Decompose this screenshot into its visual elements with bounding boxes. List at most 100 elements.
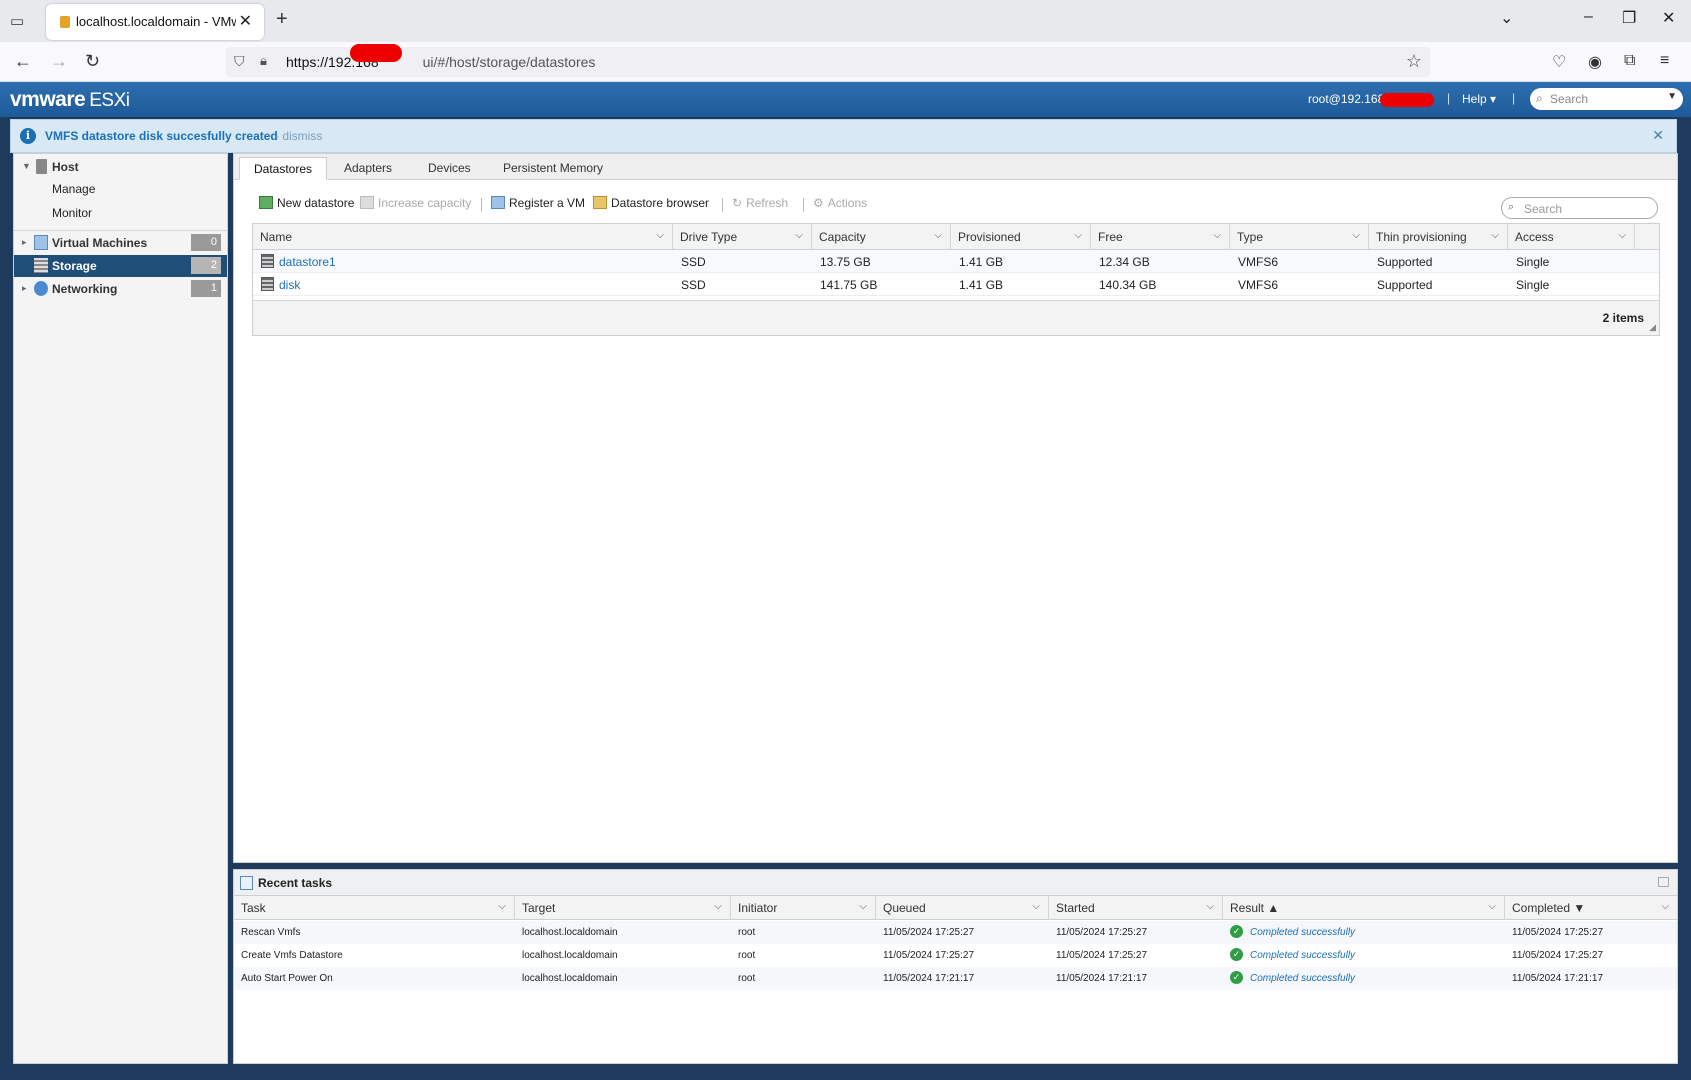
chevron-down-icon[interactable]: ⌵ (498, 901, 506, 912)
help-menu[interactable]: Help ▾ (1462, 92, 1496, 106)
tab-adapters[interactable]: Adapters (330, 157, 406, 180)
chevron-down-icon[interactable]: ⌵ (1213, 230, 1221, 241)
bookmark-star-icon[interactable]: ☆ (1406, 51, 1422, 72)
register-vm-button[interactable]: Register a VM (491, 196, 585, 210)
chevron-down-icon[interactable]: ⌵ (1352, 230, 1360, 241)
count-badge: 2 (191, 257, 221, 274)
column-header-started[interactable]: Started ⌵ (1049, 896, 1223, 920)
column-header-target[interactable]: Target ⌵ (515, 896, 731, 920)
account-icon[interactable]: ◉ (1588, 52, 1602, 72)
chevron-down-icon[interactable]: ▼ (1667, 91, 1677, 102)
close-tab-icon[interactable]: ✕ (239, 11, 252, 31)
column-header-capacity[interactable]: Capacity ⌵ (812, 224, 951, 250)
storage-panel: Datastores Adapters Devices Persistent M… (233, 153, 1678, 863)
chevron-down-icon[interactable]: ⌵ (1661, 901, 1669, 912)
datastore-search-input[interactable]: ⌕ Search (1501, 197, 1658, 219)
tab-list-icon[interactable]: ▭ (10, 12, 28, 30)
chevron-down-icon[interactable]: ⌵ (1488, 901, 1496, 912)
column-header-completed[interactable]: Completed ▼ ⌵ (1505, 896, 1677, 920)
address-bar[interactable]: ⛉ 🔒︎ https://192.168 ui/#/host/storage/da… (226, 44, 1430, 77)
column-header-queued[interactable]: Queued ⌵ (876, 896, 1049, 920)
task-row[interactable]: Auto Start Power On localhost.localdomai… (234, 967, 1677, 990)
chevron-down-icon[interactable]: ⌵ (1074, 230, 1082, 241)
column-header-result[interactable]: Result ▲ ⌵ (1223, 896, 1505, 920)
search-icon: ⌕ (1536, 91, 1543, 105)
lock-icon: 🔒︎ (260, 53, 267, 68)
extensions-icon[interactable]: ⧉ (1624, 52, 1635, 70)
sidebar-item-monitor[interactable]: Monitor (52, 206, 92, 220)
table-row[interactable]: datastore1 SSD 13.75 GB 1.41 GB 12.34 GB… (253, 250, 1659, 273)
host-icon (36, 159, 47, 174)
new-datastore-button[interactable]: New datastore (259, 196, 354, 210)
refresh-button[interactable]: ↻ Refresh (732, 196, 788, 210)
column-header-name[interactable]: Name ⌵ (253, 224, 673, 250)
menu-icon[interactable]: ≡ (1660, 52, 1669, 70)
refresh-icon: ↻ (732, 196, 743, 210)
column-header-task[interactable]: Task ⌵ (234, 896, 515, 920)
chevron-down-icon[interactable]: ⌵ (859, 901, 867, 912)
minimize-icon[interactable]: – (1584, 8, 1593, 26)
pocket-icon[interactable]: ♡ (1552, 52, 1566, 72)
browser-tab[interactable]: localhost.localdomain - VMware ✕ (46, 4, 264, 40)
browser-nav-bar: ← → ↻ ⛉ 🔒︎ https://192.168 ui/#/host/stor… (0, 42, 1691, 82)
datastore-name-link[interactable]: datastore1 (279, 255, 336, 269)
expand-icon[interactable]: ▸ (22, 237, 27, 248)
esxi-header: vmware ESXi root@192.168 | Help ▾ | ⌕ Sea… (0, 82, 1691, 117)
chevron-down-icon[interactable]: ⌵ (934, 230, 942, 241)
sidebar-item-manage[interactable]: Manage (52, 182, 95, 196)
recent-tasks-header: Recent tasks (234, 870, 1677, 896)
column-header-provisioned[interactable]: Provisioned ⌵ (951, 224, 1091, 250)
tab-overflow-icon[interactable]: ⌄ (1500, 8, 1513, 28)
datastore-icon (261, 254, 274, 268)
info-icon: i (20, 128, 36, 144)
sidebar-item-storage[interactable]: Storage 2 (14, 255, 227, 277)
recent-tasks-panel: Recent tasks Task ⌵ Target ⌵ Initiator ⌵ Qu… (233, 869, 1678, 1064)
dismiss-link[interactable]: - dismiss (275, 129, 322, 143)
chevron-down-icon[interactable]: ⌵ (1032, 901, 1040, 912)
column-header-free[interactable]: Free ⌵ (1091, 224, 1230, 250)
header-search-input[interactable]: ⌕ Search ▼ (1530, 88, 1683, 110)
actions-button[interactable]: ⚙ Actions (813, 196, 867, 210)
tab-datastores[interactable]: Datastores (239, 157, 328, 180)
chevron-down-icon[interactable]: ⌵ (795, 230, 803, 241)
sidebar-item-virtual-machines[interactable]: ▸ Virtual Machines 0 (14, 232, 227, 254)
close-icon[interactable]: ✕ (1652, 127, 1664, 144)
favicon-icon (60, 16, 70, 28)
chevron-down-icon[interactable]: ⌵ (714, 901, 722, 912)
datastore-browser-button[interactable]: Datastore browser (593, 196, 709, 210)
task-row[interactable]: Create Vmfs Datastore localhost.localdom… (234, 944, 1677, 967)
success-check-icon: ✓ (1230, 948, 1243, 961)
back-icon[interactable]: ← (14, 51, 32, 72)
collapse-icon[interactable]: ▼ (22, 161, 31, 171)
chevron-down-icon[interactable]: ⌵ (656, 230, 664, 241)
column-header-access[interactable]: Access ⌵ (1508, 224, 1635, 250)
increase-capacity-button[interactable]: Increase capacity (360, 196, 471, 210)
tab-persistent-memory[interactable]: Persistent Memory (489, 157, 617, 180)
column-header-drive-type[interactable]: Drive Type ⌵ (673, 224, 812, 250)
task-row[interactable]: Rescan Vmfs localhost.localdomain root 1… (234, 921, 1677, 944)
column-header-type[interactable]: Type ⌵ (1230, 224, 1369, 250)
new-tab-icon[interactable]: + (276, 8, 288, 31)
chevron-down-icon[interactable]: ⌵ (1206, 901, 1214, 912)
user-menu[interactable]: root@192.168 (1308, 92, 1384, 106)
restore-icon[interactable]: ❐ (1622, 8, 1636, 28)
column-header-thin-provisioning[interactable]: Thin provisioning ⌵ (1369, 224, 1508, 250)
table-row[interactable]: disk SSD 141.75 GB 1.41 GB 140.34 GB VMF… (253, 273, 1659, 296)
chevron-down-icon[interactable]: ⌵ (1618, 230, 1626, 241)
sidebar-item-networking[interactable]: ▸ Networking 1 (14, 278, 227, 300)
close-window-icon[interactable]: ✕ (1662, 8, 1675, 28)
resize-grip-icon[interactable]: ◢ (1649, 322, 1656, 333)
item-count: 2 items (1602, 311, 1644, 325)
table-header: Name ⌵ Drive Type ⌵ Capacity ⌵ Provisioned ⌵… (253, 224, 1659, 250)
reload-icon[interactable]: ↻ (85, 51, 100, 72)
browser-tab-bar: ▭ localhost.localdomain - VMware ✕ + ⌄ –… (0, 0, 1691, 42)
expand-icon[interactable]: ▸ (22, 283, 27, 294)
column-header-initiator[interactable]: Initiator ⌵ (731, 896, 876, 920)
tab-devices[interactable]: Devices (414, 157, 485, 180)
maximize-icon[interactable] (1658, 877, 1669, 887)
sidebar-item-host[interactable]: ▼ Host (14, 156, 227, 178)
chevron-down-icon[interactable]: ⌵ (1491, 230, 1499, 241)
forward-icon[interactable]: → (50, 51, 68, 72)
datastore-name-link[interactable]: disk (279, 278, 300, 292)
success-check-icon: ✓ (1230, 925, 1243, 938)
